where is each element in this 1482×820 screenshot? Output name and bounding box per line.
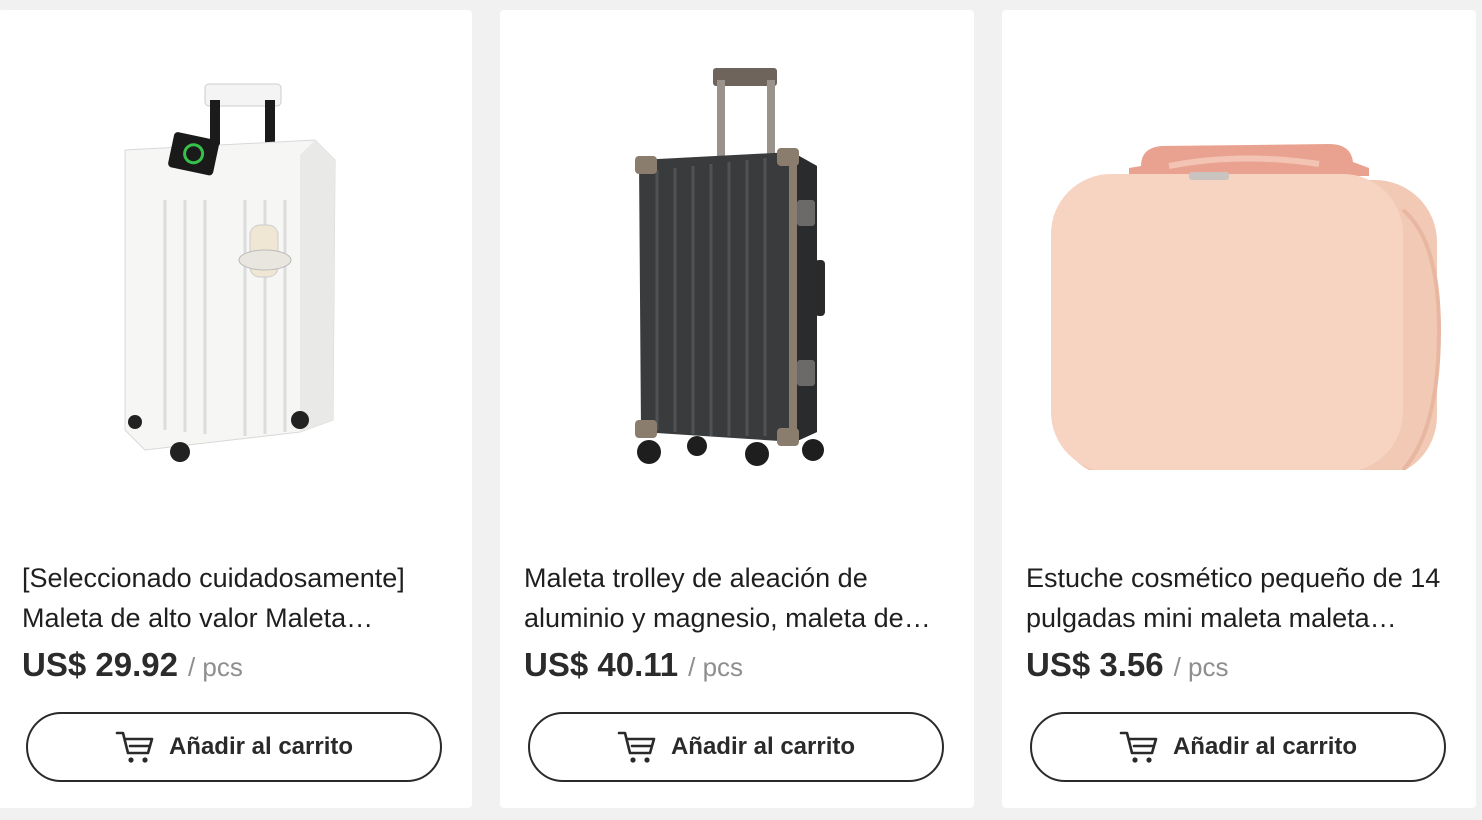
- product-title[interactable]: [Seleccionado cuidadosamente] Maleta de …: [22, 558, 452, 638]
- product-price: US$ 3.56: [1026, 646, 1164, 683]
- price-unit: / pcs: [1173, 652, 1229, 682]
- add-to-cart-label: Añadir al carrito: [670, 733, 856, 760]
- shopping-cart-icon: [115, 731, 154, 763]
- add-to-cart-button[interactable]: Añadir al carrito: [26, 712, 442, 782]
- product-grid: [Seleccionado cuidadosamente] Maleta de …: [0, 0, 1482, 820]
- add-to-cart-label: Añadir al carrito: [1172, 733, 1358, 760]
- product-image-pink-case[interactable]: [1002, 10, 1476, 530]
- product-price: US$ 40.11: [524, 646, 679, 683]
- black-suitcase-illustration: [635, 68, 825, 466]
- price-unit: / pcs: [187, 652, 243, 682]
- white-suitcase-illustration: [124, 83, 336, 462]
- product-card[interactable]: Maleta trolley de aleación de aluminio y…: [500, 10, 974, 808]
- product-card[interactable]: Estuche cosmético pequeño de 14 pulgadas…: [1002, 10, 1476, 808]
- add-to-cart-button[interactable]: Añadir al carrito: [1030, 712, 1446, 782]
- shopping-cart-icon: [617, 731, 656, 763]
- add-to-cart-button[interactable]: Añadir al carrito: [528, 712, 944, 782]
- price-row: US$ 3.56 / pcs: [1026, 646, 1229, 696]
- product-image-black-suitcase[interactable]: [500, 10, 974, 530]
- price-row: US$ 29.92 / pcs: [22, 646, 243, 696]
- price-unit: / pcs: [688, 652, 744, 682]
- shopping-cart-icon: [1119, 731, 1158, 763]
- product-title[interactable]: Maleta trolley de aleación de aluminio y…: [524, 558, 954, 638]
- product-title[interactable]: Estuche cosmético pequeño de 14 pulgadas…: [1026, 558, 1456, 638]
- price-row: US$ 40.11 / pcs: [524, 646, 743, 696]
- product-price: US$ 29.92: [22, 646, 178, 683]
- product-image-white-suitcase[interactable]: [0, 10, 472, 530]
- pink-case-illustration: [1051, 144, 1442, 470]
- product-card[interactable]: [Seleccionado cuidadosamente] Maleta de …: [0, 10, 472, 808]
- add-to-cart-label: Añadir al carrito: [168, 733, 354, 760]
